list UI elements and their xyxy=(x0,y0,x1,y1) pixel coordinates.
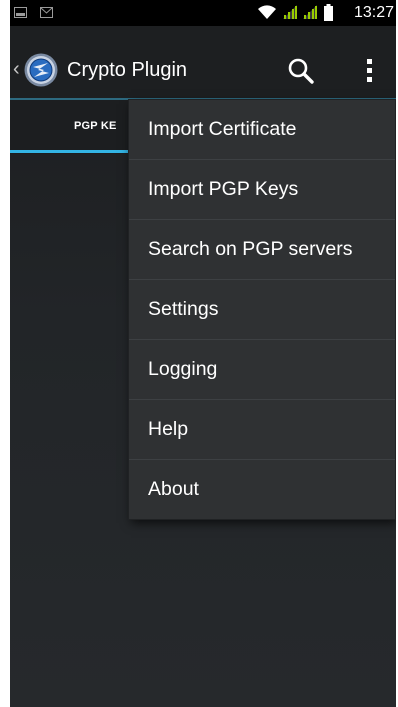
overflow-menu-icon[interactable] xyxy=(358,56,382,86)
app-screen: 13:27 ‹ Crypto Plugin PGP KE Import Cert… xyxy=(10,0,396,707)
wifi-icon xyxy=(258,5,276,19)
action-bar: ‹ Crypto Plugin xyxy=(10,26,396,98)
app-logo-icon xyxy=(24,53,58,87)
status-bar: 13:27 xyxy=(10,0,396,26)
signal-icon xyxy=(283,5,297,19)
menu-item-label: Help xyxy=(148,418,189,440)
overflow-menu: Import Certificate Import PGP Keys Searc… xyxy=(129,100,395,519)
menu-item-label: Logging xyxy=(148,358,218,380)
menu-item-settings[interactable]: Settings xyxy=(129,280,395,340)
menu-item-search-pgp-servers[interactable]: Search on PGP servers xyxy=(129,220,395,280)
menu-item-label: About xyxy=(148,478,199,500)
back-icon: ‹ xyxy=(13,58,20,80)
menu-item-label: Import Certificate xyxy=(148,118,297,140)
search-icon[interactable] xyxy=(286,56,316,86)
app-home-button[interactable]: ‹ Crypto Plugin xyxy=(10,26,270,98)
menu-item-label: Import PGP Keys xyxy=(148,178,299,200)
screenshot-notification-icon xyxy=(14,7,27,18)
status-time: 13:27 xyxy=(353,4,394,21)
menu-item-label: Settings xyxy=(148,298,219,320)
app-title: Crypto Plugin xyxy=(67,59,188,81)
battery-icon xyxy=(324,4,333,21)
menu-item-help[interactable]: Help xyxy=(129,400,395,460)
menu-item-import-certificate[interactable]: Import Certificate xyxy=(129,100,395,160)
menu-item-about[interactable]: About xyxy=(129,460,395,519)
menu-item-logging[interactable]: Logging xyxy=(129,340,395,400)
tab-label: PGP KE xyxy=(74,120,117,132)
menu-item-import-pgp-keys[interactable]: Import PGP Keys xyxy=(129,160,395,220)
menu-item-label: Search on PGP servers xyxy=(148,238,353,260)
signal-icon xyxy=(303,5,317,19)
gmail-notification-icon xyxy=(40,7,53,18)
